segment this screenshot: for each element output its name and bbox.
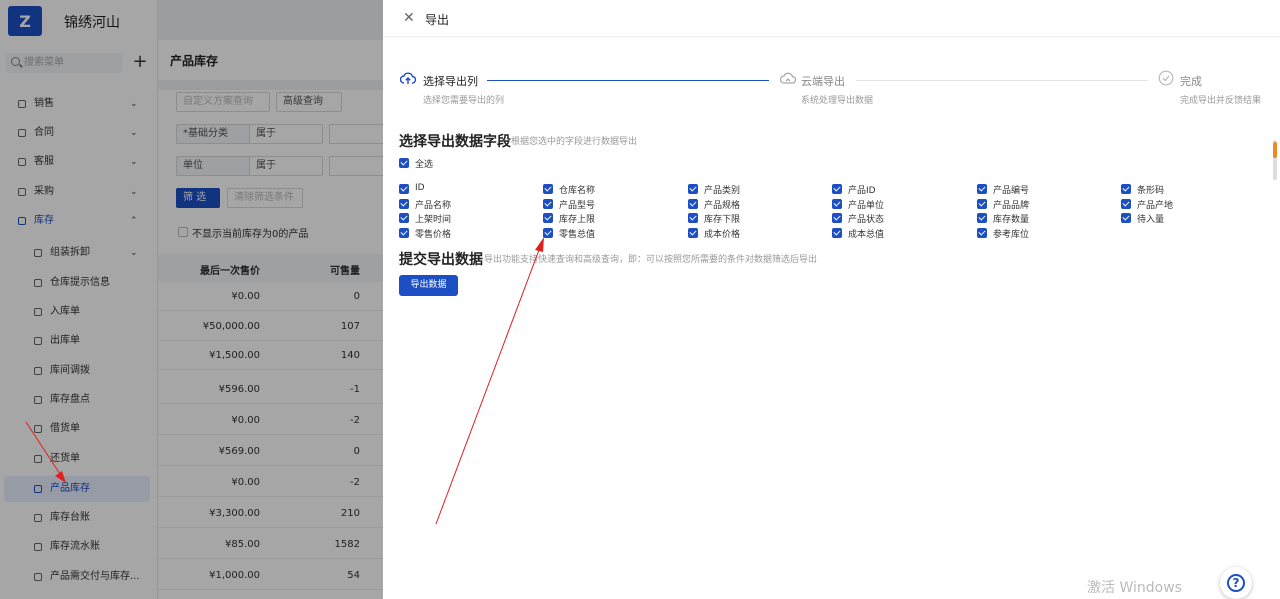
field-checkbox[interactable] (399, 184, 409, 194)
step-connector (487, 80, 769, 81)
drawer-header: ✕ 导出 (383, 0, 1280, 37)
field-label: 产品类别 (704, 186, 741, 196)
field-checkbox[interactable] (977, 199, 987, 209)
field-checkbox[interactable] (688, 213, 698, 223)
field-label: 产品单位 (848, 201, 885, 211)
help-button[interactable]: ? (1220, 567, 1252, 599)
field-label: 库存数量 (993, 215, 1030, 225)
field-label: 待入量 (1137, 215, 1165, 225)
scrollbar-marker (1273, 142, 1277, 158)
field-checkbox[interactable] (832, 184, 842, 194)
field-label: 库存上限 (559, 215, 596, 225)
field-checkbox[interactable] (399, 228, 409, 238)
field-checkbox[interactable] (543, 199, 553, 209)
field-label: 产品品牌 (993, 201, 1030, 211)
field-label: 条形码 (1137, 186, 1165, 196)
select-all-label: 全选 (415, 160, 434, 170)
field-checkbox[interactable] (543, 213, 553, 223)
export-data-button[interactable]: 导出数据 (399, 275, 458, 296)
field-label: 零售总值 (559, 230, 596, 240)
field-label: ID (415, 183, 425, 193)
field-checkbox[interactable] (832, 213, 842, 223)
check-circle-icon (1158, 70, 1174, 86)
field-label: 零售价格 (415, 230, 452, 240)
field-checkbox[interactable] (1121, 213, 1131, 223)
section-select-fields-title: 选择导出数据字段 (399, 134, 511, 150)
field-checkbox[interactable] (832, 199, 842, 209)
field-checkbox[interactable] (1121, 199, 1131, 209)
drawer-title: 导出 (425, 13, 450, 27)
field-label: 产品名称 (415, 201, 452, 211)
field-checkbox[interactable] (543, 184, 553, 194)
field-checkbox[interactable] (688, 184, 698, 194)
field-label: 产品状态 (848, 215, 885, 225)
close-icon[interactable]: ✕ (403, 10, 415, 26)
cloud-upload-icon (400, 72, 416, 84)
section-select-fields-hint: 根据您选中的字段进行数据导出 (511, 137, 638, 147)
cloud-icon (780, 72, 796, 84)
field-label: 产品规格 (704, 201, 741, 211)
field-checkbox[interactable] (977, 184, 987, 194)
step2-desc: 系统处理导出数据 (801, 96, 874, 106)
step3-desc: 完成导出并反馈结果 (1180, 96, 1262, 106)
field-checkbox[interactable] (977, 228, 987, 238)
field-label: 产品产地 (1137, 201, 1174, 211)
help-icon: ? (1227, 574, 1245, 592)
field-label: 成本价格 (704, 230, 741, 240)
field-checkbox[interactable] (399, 199, 409, 209)
windows-activation-watermark: 激活 Windows (1087, 580, 1182, 596)
step-connector (856, 80, 1148, 81)
step2-title: 云端导出 (801, 75, 845, 88)
step1-desc: 选择您需要导出的列 (423, 96, 505, 106)
select-all-checkbox[interactable] (399, 158, 409, 168)
field-checkbox[interactable] (1121, 184, 1131, 194)
field-checkbox[interactable] (543, 228, 553, 238)
field-checkbox[interactable] (688, 199, 698, 209)
field-label: 库存下限 (704, 215, 741, 225)
modal-mask[interactable] (0, 0, 383, 599)
section-submit-hint: 导出功能支持快速查询和高级查询，即：可以按照您所需要的条件对数据筛选后导出 (484, 255, 818, 265)
export-drawer: ✕ 导出 选择导出列 选择您需要导出的列 云端导出 系统处理导出数据 完成 完成… (383, 0, 1280, 599)
section-submit-title: 提交导出数据 (399, 252, 483, 268)
field-label: 参考库位 (993, 230, 1030, 240)
field-label: 上架时间 (415, 215, 452, 225)
field-label: 仓库名称 (559, 186, 596, 196)
field-checkbox[interactable] (399, 213, 409, 223)
field-checkbox[interactable] (832, 228, 842, 238)
field-label: 产品型号 (559, 201, 596, 211)
field-label: 成本总值 (848, 230, 885, 240)
step1-title: 选择导出列 (423, 75, 478, 88)
field-checkbox[interactable] (977, 213, 987, 223)
field-label: 产品ID (848, 186, 876, 196)
step3-title: 完成 (1180, 75, 1202, 88)
field-checkbox[interactable] (688, 228, 698, 238)
field-label: 产品编号 (993, 186, 1030, 196)
